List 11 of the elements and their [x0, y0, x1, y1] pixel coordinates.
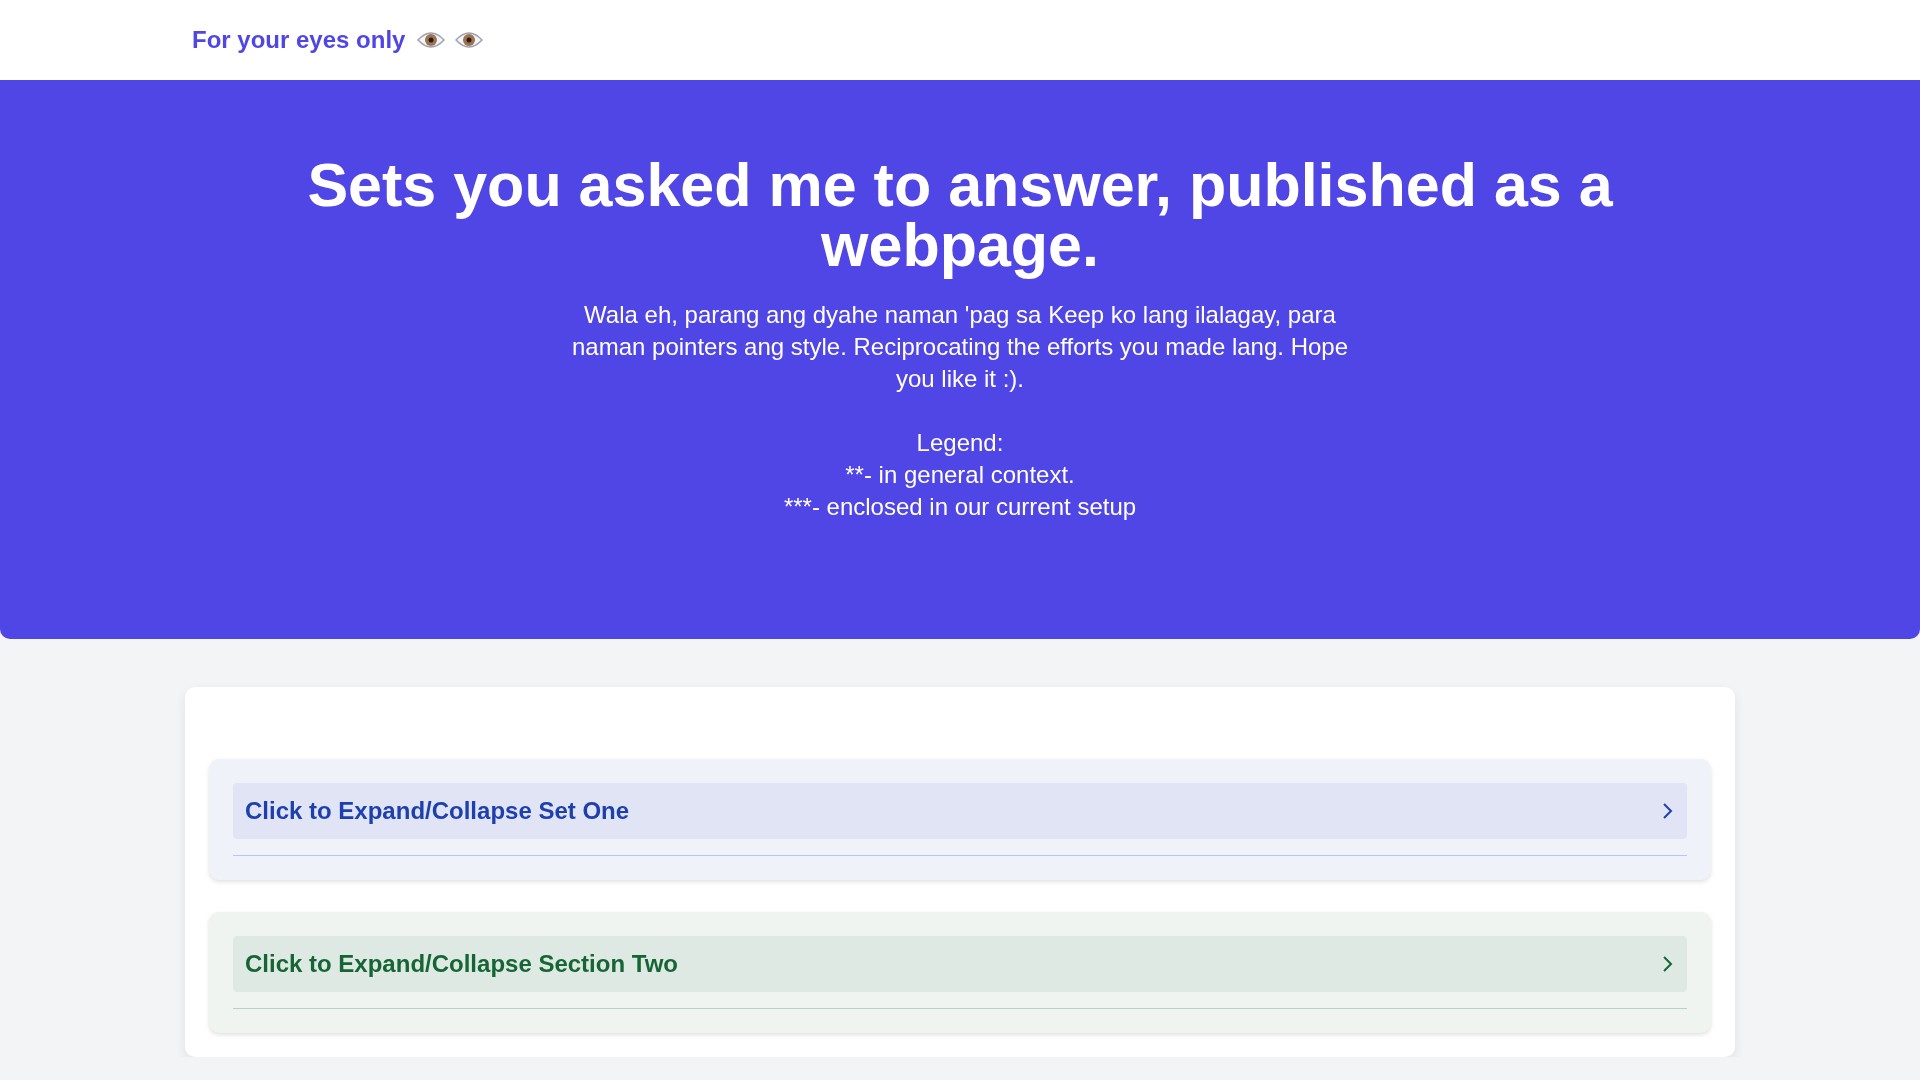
legend-text: **- in general context. [845, 460, 1075, 490]
chevron-icon [1661, 955, 1673, 973]
legend-title: Legend: [916, 428, 1004, 458]
intro-text: Wala eh, parang ang dyahe naman 'pag sa Keep ko lang ilalagay, para naman pointers ang style. Reciprocating the efforts you made lang. Hope you like it :). [571, 300, 1349, 394]
eye-icon [417, 31, 446, 49]
accordion-header[interactable]: Click to Expand/Collapse Set One [233, 783, 1687, 839]
eye-icon [455, 31, 484, 49]
accordion-header[interactable]: Click to Expand/Collapse Section Two [233, 936, 1687, 992]
chevron-icon [1661, 802, 1673, 820]
brand-link[interactable]: For your eyes only [192, 26, 406, 54]
legend-text: ***- enclosed in our current setup [783, 492, 1137, 522]
